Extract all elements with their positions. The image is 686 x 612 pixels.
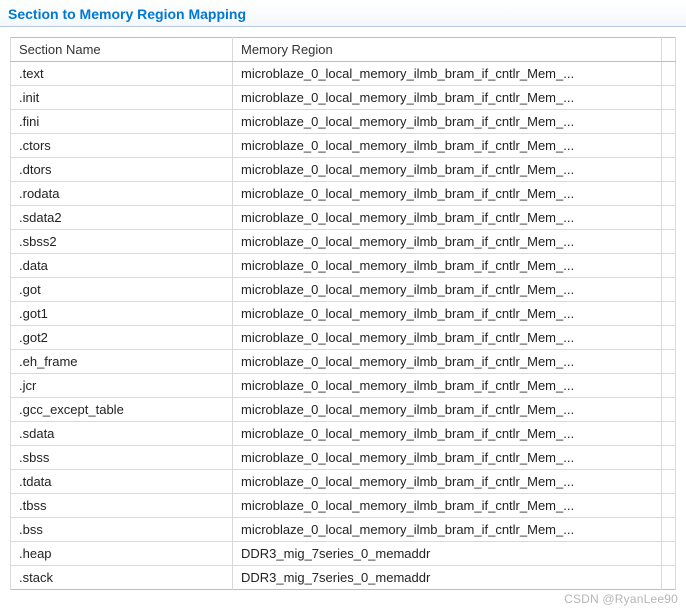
- table-row[interactable]: .sdatamicroblaze_0_local_memory_ilmb_bra…: [11, 422, 676, 446]
- table-container: Section Name Memory Region .textmicrobla…: [0, 27, 686, 590]
- table-row[interactable]: .tbssmicroblaze_0_local_memory_ilmb_bram…: [11, 494, 676, 518]
- cell-memory-region[interactable]: microblaze_0_local_memory_ilmb_bram_if_c…: [233, 230, 662, 254]
- table-row[interactable]: .jcrmicroblaze_0_local_memory_ilmb_bram_…: [11, 374, 676, 398]
- cell-memory-region[interactable]: microblaze_0_local_memory_ilmb_bram_if_c…: [233, 326, 662, 350]
- cell-section-name[interactable]: .got2: [11, 326, 233, 350]
- col-header-spacer: [662, 38, 676, 62]
- cell-spacer: [662, 470, 676, 494]
- table-row[interactable]: .sbssmicroblaze_0_local_memory_ilmb_bram…: [11, 446, 676, 470]
- cell-section-name[interactable]: .tdata: [11, 470, 233, 494]
- cell-spacer: [662, 518, 676, 542]
- cell-section-name[interactable]: .jcr: [11, 374, 233, 398]
- cell-memory-region[interactable]: microblaze_0_local_memory_ilmb_bram_if_c…: [233, 134, 662, 158]
- table-header-row: Section Name Memory Region: [11, 38, 676, 62]
- cell-memory-region[interactable]: microblaze_0_local_memory_ilmb_bram_if_c…: [233, 62, 662, 86]
- table-row[interactable]: .gcc_except_tablemicroblaze_0_local_memo…: [11, 398, 676, 422]
- cell-spacer: [662, 542, 676, 566]
- table-row[interactable]: .got1microblaze_0_local_memory_ilmb_bram…: [11, 302, 676, 326]
- cell-section-name[interactable]: .eh_frame: [11, 350, 233, 374]
- cell-spacer: [662, 254, 676, 278]
- col-header-region[interactable]: Memory Region: [233, 38, 662, 62]
- cell-spacer: [662, 86, 676, 110]
- table-row[interactable]: .bssmicroblaze_0_local_memory_ilmb_bram_…: [11, 518, 676, 542]
- cell-section-name[interactable]: .heap: [11, 542, 233, 566]
- cell-memory-region[interactable]: microblaze_0_local_memory_ilmb_bram_if_c…: [233, 494, 662, 518]
- cell-section-name[interactable]: .rodata: [11, 182, 233, 206]
- cell-spacer: [662, 62, 676, 86]
- cell-memory-region[interactable]: microblaze_0_local_memory_ilmb_bram_if_c…: [233, 278, 662, 302]
- cell-section-name[interactable]: .sbss: [11, 446, 233, 470]
- cell-memory-region[interactable]: microblaze_0_local_memory_ilmb_bram_if_c…: [233, 254, 662, 278]
- cell-section-name[interactable]: .stack: [11, 566, 233, 590]
- cell-memory-region[interactable]: microblaze_0_local_memory_ilmb_bram_if_c…: [233, 374, 662, 398]
- cell-section-name[interactable]: .got: [11, 278, 233, 302]
- cell-section-name[interactable]: .init: [11, 86, 233, 110]
- table-row[interactable]: .sbss2microblaze_0_local_memory_ilmb_bra…: [11, 230, 676, 254]
- table-row[interactable]: .ctorsmicroblaze_0_local_memory_ilmb_bra…: [11, 134, 676, 158]
- cell-memory-region[interactable]: DDR3_mig_7series_0_memaddr: [233, 542, 662, 566]
- cell-spacer: [662, 446, 676, 470]
- cell-section-name[interactable]: .tbss: [11, 494, 233, 518]
- table-row[interactable]: .dtorsmicroblaze_0_local_memory_ilmb_bra…: [11, 158, 676, 182]
- cell-spacer: [662, 206, 676, 230]
- cell-spacer: [662, 278, 676, 302]
- cell-section-name[interactable]: .sdata: [11, 422, 233, 446]
- cell-section-name[interactable]: .sbss2: [11, 230, 233, 254]
- table-row[interactable]: .got2microblaze_0_local_memory_ilmb_bram…: [11, 326, 676, 350]
- cell-spacer: [662, 566, 676, 590]
- mapping-table: Section Name Memory Region .textmicrobla…: [10, 37, 676, 590]
- cell-section-name[interactable]: .data: [11, 254, 233, 278]
- table-row[interactable]: .gotmicroblaze_0_local_memory_ilmb_bram_…: [11, 278, 676, 302]
- table-row[interactable]: .finimicroblaze_0_local_memory_ilmb_bram…: [11, 110, 676, 134]
- cell-memory-region[interactable]: microblaze_0_local_memory_ilmb_bram_if_c…: [233, 86, 662, 110]
- cell-section-name[interactable]: .dtors: [11, 158, 233, 182]
- cell-spacer: [662, 134, 676, 158]
- cell-memory-region[interactable]: microblaze_0_local_memory_ilmb_bram_if_c…: [233, 350, 662, 374]
- cell-spacer: [662, 110, 676, 134]
- cell-spacer: [662, 302, 676, 326]
- cell-section-name[interactable]: .bss: [11, 518, 233, 542]
- cell-memory-region[interactable]: microblaze_0_local_memory_ilmb_bram_if_c…: [233, 110, 662, 134]
- cell-spacer: [662, 326, 676, 350]
- cell-memory-region[interactable]: microblaze_0_local_memory_ilmb_bram_if_c…: [233, 206, 662, 230]
- cell-memory-region[interactable]: microblaze_0_local_memory_ilmb_bram_if_c…: [233, 158, 662, 182]
- table-row[interactable]: .sdata2microblaze_0_local_memory_ilmb_br…: [11, 206, 676, 230]
- table-row[interactable]: .heapDDR3_mig_7series_0_memaddr: [11, 542, 676, 566]
- cell-section-name[interactable]: .gcc_except_table: [11, 398, 233, 422]
- table-row[interactable]: .initmicroblaze_0_local_memory_ilmb_bram…: [11, 86, 676, 110]
- cell-spacer: [662, 158, 676, 182]
- cell-memory-region[interactable]: microblaze_0_local_memory_ilmb_bram_if_c…: [233, 422, 662, 446]
- table-row[interactable]: .datamicroblaze_0_local_memory_ilmb_bram…: [11, 254, 676, 278]
- table-row[interactable]: .tdatamicroblaze_0_local_memory_ilmb_bra…: [11, 470, 676, 494]
- cell-memory-region[interactable]: microblaze_0_local_memory_ilmb_bram_if_c…: [233, 470, 662, 494]
- cell-spacer: [662, 374, 676, 398]
- cell-spacer: [662, 230, 676, 254]
- table-row[interactable]: .rodatamicroblaze_0_local_memory_ilmb_br…: [11, 182, 676, 206]
- cell-section-name[interactable]: .text: [11, 62, 233, 86]
- cell-memory-region[interactable]: microblaze_0_local_memory_ilmb_bram_if_c…: [233, 518, 662, 542]
- cell-spacer: [662, 398, 676, 422]
- cell-spacer: [662, 350, 676, 374]
- cell-spacer: [662, 494, 676, 518]
- cell-memory-region[interactable]: microblaze_0_local_memory_ilmb_bram_if_c…: [233, 182, 662, 206]
- table-row[interactable]: .textmicroblaze_0_local_memory_ilmb_bram…: [11, 62, 676, 86]
- cell-memory-region[interactable]: microblaze_0_local_memory_ilmb_bram_if_c…: [233, 302, 662, 326]
- cell-section-name[interactable]: .ctors: [11, 134, 233, 158]
- cell-memory-region[interactable]: microblaze_0_local_memory_ilmb_bram_if_c…: [233, 398, 662, 422]
- table-row[interactable]: .stackDDR3_mig_7series_0_memaddr: [11, 566, 676, 590]
- col-header-section[interactable]: Section Name: [11, 38, 233, 62]
- cell-section-name[interactable]: .sdata2: [11, 206, 233, 230]
- watermark: CSDN @RyanLee90: [564, 592, 678, 606]
- cell-memory-region[interactable]: microblaze_0_local_memory_ilmb_bram_if_c…: [233, 446, 662, 470]
- cell-section-name[interactable]: .fini: [11, 110, 233, 134]
- section-title: Section to Memory Region Mapping: [0, 0, 686, 27]
- cell-spacer: [662, 422, 676, 446]
- cell-spacer: [662, 182, 676, 206]
- table-row[interactable]: .eh_framemicroblaze_0_local_memory_ilmb_…: [11, 350, 676, 374]
- cell-memory-region[interactable]: DDR3_mig_7series_0_memaddr: [233, 566, 662, 590]
- cell-section-name[interactable]: .got1: [11, 302, 233, 326]
